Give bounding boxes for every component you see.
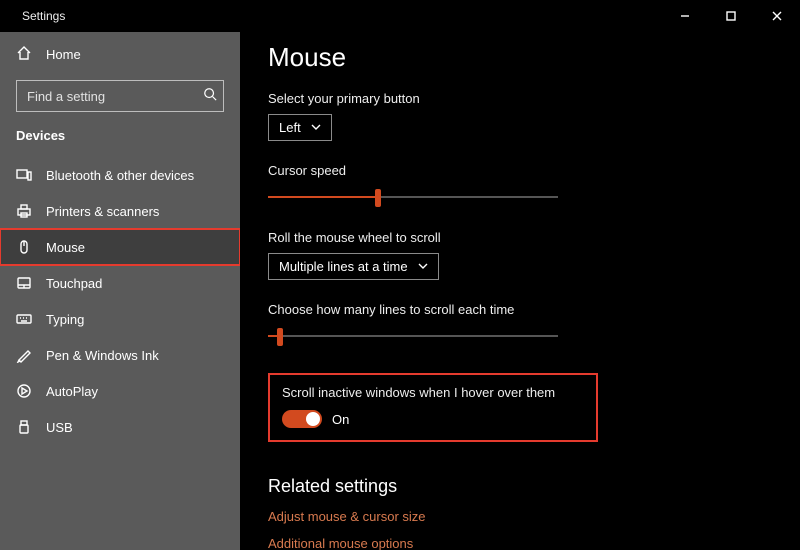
related-settings-heading: Related settings <box>268 476 772 497</box>
sidebar-item-label: USB <box>46 420 73 435</box>
sidebar-item-usb[interactable]: USB <box>0 409 240 445</box>
sidebar-item-touchpad[interactable]: Touchpad <box>0 265 240 301</box>
sidebar: Home Devices Bluetooth & other devices P… <box>0 32 240 550</box>
window-titlebar: Settings <box>0 0 800 32</box>
wheel-scroll-value: Multiple lines at a time <box>279 259 408 274</box>
wheel-scroll-label: Roll the mouse wheel to scroll <box>268 230 772 245</box>
sidebar-item-label: AutoPlay <box>46 384 98 399</box>
primary-button-dropdown[interactable]: Left <box>268 114 332 141</box>
content-pane: Mouse Select your primary button Left Cu… <box>240 32 800 550</box>
sidebar-item-label: Mouse <box>46 240 85 255</box>
printer-icon <box>16 203 32 219</box>
maximize-button[interactable] <box>708 0 754 32</box>
keyboard-icon <box>16 311 32 327</box>
wheel-scroll-dropdown[interactable]: Multiple lines at a time <box>268 253 439 280</box>
search-icon <box>203 87 217 106</box>
lines-slider[interactable] <box>268 325 558 347</box>
sidebar-item-label: Bluetooth & other devices <box>46 168 194 183</box>
sidebar-home-label: Home <box>46 47 81 62</box>
window-title: Settings <box>22 9 65 23</box>
search-field[interactable] <box>27 89 203 104</box>
close-button[interactable] <box>754 0 800 32</box>
page-title: Mouse <box>268 42 772 73</box>
hover-state: On <box>332 412 349 427</box>
sidebar-item-label: Touchpad <box>46 276 102 291</box>
cursor-speed-label: Cursor speed <box>268 163 772 178</box>
sidebar-section-label: Devices <box>0 122 240 157</box>
slider-track <box>268 335 558 337</box>
devices-icon <box>16 167 32 183</box>
primary-button-label: Select your primary button <box>268 91 772 106</box>
slider-fill <box>268 196 378 198</box>
sidebar-item-bluetooth[interactable]: Bluetooth & other devices <box>0 157 240 193</box>
lines-label: Choose how many lines to scroll each tim… <box>268 302 772 317</box>
sidebar-item-pen[interactable]: Pen & Windows Ink <box>0 337 240 373</box>
search-input[interactable] <box>16 80 224 112</box>
sidebar-item-label: Typing <box>46 312 84 327</box>
sidebar-item-printers[interactable]: Printers & scanners <box>0 193 240 229</box>
pen-icon <box>16 347 32 363</box>
slider-thumb[interactable] <box>375 189 381 207</box>
sidebar-item-autoplay[interactable]: AutoPlay <box>0 373 240 409</box>
cursor-speed-slider[interactable] <box>268 186 558 208</box>
link-adjust-mouse-size[interactable]: Adjust mouse & cursor size <box>268 509 772 524</box>
autoplay-icon <box>16 383 32 399</box>
sidebar-item-label: Printers & scanners <box>46 204 159 219</box>
hover-scroll-section: Scroll inactive windows when I hover ove… <box>268 373 598 442</box>
hover-toggle[interactable] <box>282 410 322 428</box>
sidebar-item-mouse[interactable]: Mouse <box>0 229 240 265</box>
sidebar-home[interactable]: Home <box>0 36 240 72</box>
primary-button-value: Left <box>279 120 301 135</box>
link-additional-mouse-options[interactable]: Additional mouse options <box>268 536 772 550</box>
sidebar-item-typing[interactable]: Typing <box>0 301 240 337</box>
chevron-down-icon <box>311 120 321 135</box>
toggle-knob <box>306 412 320 426</box>
hover-label: Scroll inactive windows when I hover ove… <box>282 385 584 400</box>
sidebar-item-label: Pen & Windows Ink <box>46 348 159 363</box>
home-icon <box>16 45 32 64</box>
slider-thumb[interactable] <box>277 328 283 346</box>
mouse-icon <box>16 239 32 255</box>
chevron-down-icon <box>418 259 428 274</box>
touchpad-icon <box>16 275 32 291</box>
minimize-button[interactable] <box>662 0 708 32</box>
usb-icon <box>16 419 32 435</box>
